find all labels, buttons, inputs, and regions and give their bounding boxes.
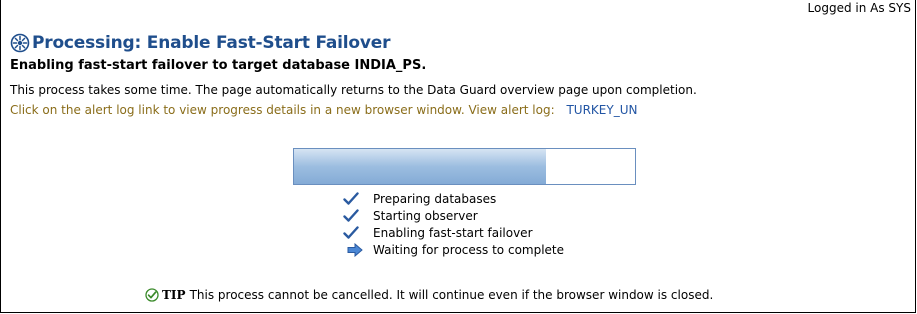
step-item: Preparing databases bbox=[343, 190, 564, 207]
page-title: Processing: Enable Fast-Start Failover bbox=[32, 33, 391, 53]
step-label: Starting observer bbox=[373, 208, 478, 223]
logged-in-status: Logged in As SYS bbox=[807, 1, 911, 15]
arrow-right-icon bbox=[347, 242, 363, 257]
checkmark-icon bbox=[343, 208, 359, 223]
processing-icon bbox=[10, 33, 30, 53]
alert-log-text: Click on the alert log link to view prog… bbox=[10, 103, 555, 117]
step-label: Enabling fast-start failover bbox=[373, 225, 533, 240]
checkmark-icon bbox=[343, 191, 359, 206]
tip-text: This process cannot be cancelled. It wil… bbox=[189, 288, 714, 302]
page-subtitle: Enabling fast-start failover to target d… bbox=[10, 58, 427, 73]
checkmark-icon bbox=[343, 225, 359, 240]
tip-message: TIP This process cannot be cancelled. It… bbox=[145, 288, 713, 302]
progress-bar-fill bbox=[294, 149, 547, 184]
alert-log-line: Click on the alert log link to view prog… bbox=[10, 103, 637, 117]
step-item-current: Waiting for process to complete bbox=[343, 241, 564, 258]
alert-log-link[interactable]: TURKEY_UN bbox=[566, 103, 637, 117]
step-item: Enabling fast-start failover bbox=[343, 224, 564, 241]
process-description: This process takes some time. The page a… bbox=[10, 83, 697, 97]
step-label: Waiting for process to complete bbox=[373, 242, 565, 257]
progress-bar bbox=[293, 148, 636, 185]
step-list: Preparing databases Starting observer En… bbox=[343, 190, 564, 258]
tip-check-icon bbox=[145, 288, 159, 302]
title-row: Processing: Enable Fast-Start Failover bbox=[10, 32, 390, 54]
tip-label: TIP bbox=[162, 288, 186, 302]
step-label: Preparing databases bbox=[373, 191, 497, 206]
step-item: Starting observer bbox=[343, 207, 564, 224]
